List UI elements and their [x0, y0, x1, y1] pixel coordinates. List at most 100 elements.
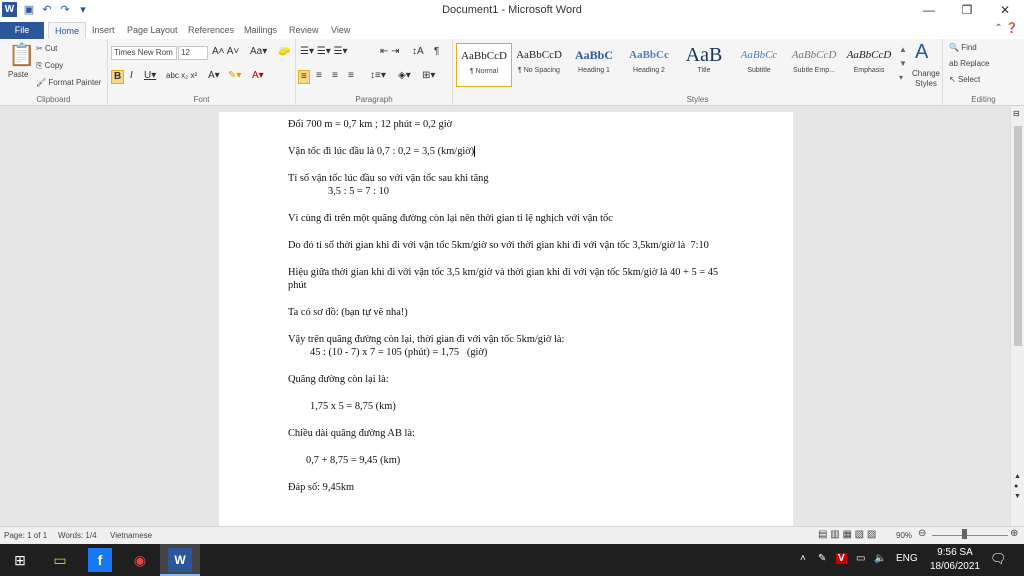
- text-effects-icon[interactable]: A▾: [208, 70, 220, 82]
- tray-up-icon[interactable]: ˄: [800, 553, 806, 564]
- language-indicator[interactable]: Vietnamese: [110, 531, 152, 540]
- zoom-level[interactable]: 90%: [896, 531, 912, 540]
- shading-icon[interactable]: ◈▾: [398, 70, 411, 82]
- replace-button[interactable]: ab Replace: [949, 59, 989, 68]
- tab-file[interactable]: File: [0, 22, 44, 39]
- zoom-slider-thumb[interactable]: [962, 529, 967, 539]
- page-count[interactable]: Page: 1 of 1: [4, 531, 47, 540]
- sort-icon[interactable]: ↕A: [412, 46, 424, 58]
- format-painter-button[interactable]: 🖌 Format Painter: [36, 78, 101, 87]
- bullets-icon[interactable]: ☰▾ ☰▾ ☰▾: [300, 46, 348, 58]
- word-count[interactable]: Words: 1/4: [58, 531, 97, 540]
- tab-references[interactable]: References: [182, 22, 240, 39]
- clock-time: 9:56 SA: [937, 547, 973, 558]
- zoom-out-icon[interactable]: ⊖: [918, 528, 926, 539]
- borders-icon[interactable]: ⊞▾: [422, 70, 435, 82]
- underline-icon[interactable]: U▾: [144, 70, 156, 82]
- tab-review[interactable]: Review: [283, 22, 325, 39]
- cursor-icon: ↖: [949, 75, 958, 84]
- style-emphasis[interactable]: AaBbCcD Emphasis: [841, 43, 897, 87]
- select-button[interactable]: ↖ Select: [949, 75, 980, 84]
- copy-button[interactable]: ⎘ Copy: [36, 61, 63, 71]
- grow-font-icon[interactable]: A˄ A˅: [212, 46, 239, 58]
- facebook-icon[interactable]: f: [88, 548, 112, 572]
- font-size-select[interactable]: 12: [178, 46, 208, 60]
- style-heading-1[interactable]: AaBbC Heading 1: [566, 43, 622, 87]
- style-subtle-emphasis[interactable]: AaBbCcD Subtle Emp...: [786, 43, 842, 87]
- doc-line: Tỉ số vận tốc lúc đầu so với vận tốc sau…: [288, 173, 489, 197]
- clear-format-icon[interactable]: 🧽: [278, 46, 290, 58]
- document-body[interactable]: Đổi 700 m = 0,7 km ; 12 phút = 0,2 giờ V…: [288, 118, 738, 508]
- justify-icon[interactable]: ≡: [348, 70, 354, 82]
- font-color-icon[interactable]: A▾: [252, 70, 264, 82]
- highlight-icon[interactable]: ✎▾: [228, 70, 241, 82]
- view-mode-icons[interactable]: ▤ ▥ ▦ ▧ ▨: [818, 529, 876, 540]
- bold-icon[interactable]: B: [111, 70, 125, 84]
- ribbon-tabs: File Home Insert Page Layout References …: [0, 20, 1024, 39]
- cut-icon: ✂: [36, 44, 45, 53]
- styles-label: Styles: [686, 95, 709, 104]
- doc-line: Đổi 700 m = 0,7 km ; 12 phút = 0,2 giờ: [288, 119, 453, 130]
- status-bar: Page: 1 of 1 Words: 1/4 Vietnamese ▤ ▥ ▦…: [0, 526, 1024, 544]
- volume-icon[interactable]: 🔈: [874, 553, 886, 564]
- italic-icon[interactable]: I: [130, 70, 133, 82]
- tab-view[interactable]: View: [325, 22, 356, 39]
- font-name-select[interactable]: Times New Rom: [111, 46, 177, 60]
- title-bar: W ▣ ↶ ↷ ▾ Document1 - Microsoft Word — ❐…: [0, 0, 1024, 20]
- vertical-scrollbar[interactable]: ⊟ ▲ ● ▼: [1010, 106, 1024, 526]
- pilcrow-icon[interactable]: ¶: [434, 46, 439, 58]
- font-label: Font: [193, 95, 210, 104]
- pen-icon[interactable]: ✎: [818, 553, 826, 564]
- ruler-toggle-icon[interactable]: ⊟: [1013, 108, 1020, 120]
- paste-button[interactable]: Paste: [8, 70, 28, 79]
- style-no-spacing[interactable]: AaBbCcD ¶ No Spacing: [511, 43, 567, 87]
- change-case-icon[interactable]: Aa▾: [250, 46, 267, 58]
- antivirus-icon[interactable]: V: [836, 553, 847, 564]
- taskbar-word-button[interactable]: W: [160, 544, 200, 576]
- file-explorer-icon[interactable]: ▭: [48, 548, 72, 572]
- line-spacing-icon[interactable]: ↕≡▾: [370, 70, 386, 82]
- language-tray[interactable]: ENG: [896, 553, 918, 564]
- paste-icon[interactable]: 📋: [8, 43, 35, 67]
- help-icon[interactable]: ⌃ ❓: [994, 23, 1018, 34]
- brush-icon: 🖌: [36, 78, 49, 87]
- font-group: Times New Rom 12 A˄ A˅ Aa▾ 🧽 B I U▾ abc …: [108, 39, 296, 106]
- indent-icon[interactable]: ⇤ ⇥: [380, 46, 400, 58]
- windows-start-icon[interactable]: ⊞: [8, 548, 32, 572]
- styles-scroll-icon[interactable]: ▲ ▼ ▾: [899, 43, 907, 85]
- zoom-in-icon[interactable]: ⊕: [1010, 528, 1018, 539]
- doc-line: Chiều dài quãng đường AB là:: [288, 428, 415, 439]
- style-subtitle[interactable]: AaBbCc Subtitle: [731, 43, 787, 87]
- align-center-icon[interactable]: ≡: [316, 70, 322, 82]
- notification-icon[interactable]: 🗨: [990, 551, 1007, 567]
- zoom-slider[interactable]: [932, 535, 1008, 536]
- doc-line: 1,75 x 5 = 8,75 (km): [310, 401, 396, 412]
- chrome-icon[interactable]: ◉: [128, 548, 152, 572]
- align-left-icon[interactable]: ≡: [298, 70, 310, 84]
- paragraph-group: ☰▾ ☰▾ ☰▾ ⇤ ⇥ ↕A ¶ ≡ ≡ ≡ ≡ ↕≡▾ ◈▾ ⊞▾ Para…: [296, 39, 453, 106]
- change-styles-icon[interactable]: A: [915, 41, 928, 63]
- tab-page-layout[interactable]: Page Layout: [121, 22, 184, 39]
- cut-button[interactable]: ✂ Cut: [36, 44, 57, 53]
- doc-line: Vì cùng đi trên một quãng đường còn lại …: [288, 213, 613, 224]
- clock[interactable]: 9:56 SA 18/06/2021: [930, 546, 980, 574]
- tab-mailings[interactable]: Mailings: [238, 22, 283, 39]
- align-right-icon[interactable]: ≡: [332, 70, 338, 82]
- browse-object-icon[interactable]: ▲ ● ▼: [1014, 472, 1021, 502]
- close-button[interactable]: ✕: [986, 0, 1024, 20]
- tab-insert[interactable]: Insert: [86, 22, 121, 39]
- document-page[interactable]: Đổi 700 m = 0,7 km ; 12 phút = 0,2 giờ V…: [219, 112, 793, 526]
- style-heading-2[interactable]: AaBbCc Heading 2: [621, 43, 677, 87]
- strikethrough-icon[interactable]: abc x₂ x²: [166, 70, 197, 82]
- minimize-button[interactable]: —: [910, 0, 948, 20]
- document-area: Đổi 700 m = 0,7 km ; 12 phút = 0,2 giờ V…: [0, 106, 1010, 526]
- style-normal[interactable]: AaBbCcD ¶ Normal: [456, 43, 512, 87]
- editing-label: Editing: [971, 95, 996, 104]
- style-title[interactable]: AaB Title: [676, 43, 732, 87]
- find-button[interactable]: 🔍 Find: [949, 43, 977, 52]
- restore-button[interactable]: ❐: [948, 0, 986, 20]
- change-styles-button[interactable]: Change Styles: [911, 69, 941, 89]
- network-icon[interactable]: ▭: [856, 553, 865, 564]
- scroll-thumb[interactable]: [1014, 126, 1022, 346]
- tab-home[interactable]: Home: [48, 22, 87, 39]
